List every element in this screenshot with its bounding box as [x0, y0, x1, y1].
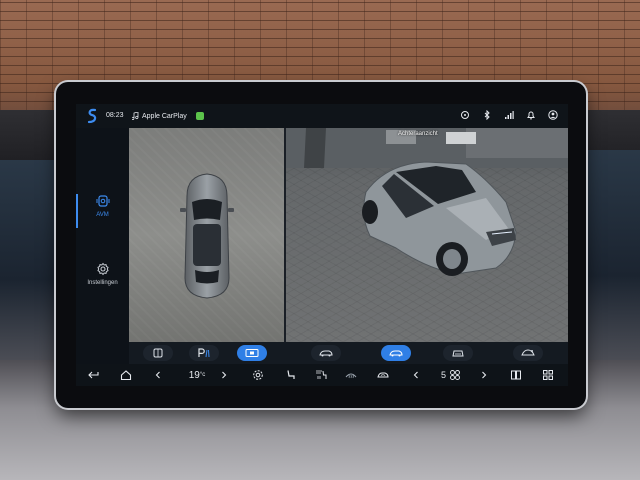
- nav-item-instellingen[interactable]: Instellingen: [76, 256, 129, 306]
- defrost-icon: [345, 373, 357, 379]
- notification-bell-icon[interactable]: [526, 110, 536, 120]
- fan-level-value: 5: [440, 370, 446, 380]
- grid-icon: [543, 370, 553, 380]
- chevron-right-icon: [482, 371, 487, 379]
- music-note-icon: [132, 112, 139, 120]
- carplay-label: Apple CarPlay: [142, 112, 187, 120]
- bird-eye-camera-view[interactable]: [129, 128, 284, 342]
- gear-icon: [96, 262, 109, 276]
- fan-decrease-button[interactable]: [410, 369, 422, 381]
- home-button[interactable]: [118, 369, 134, 381]
- camera-view-icon: [245, 349, 259, 357]
- fan-increase-button[interactable]: [478, 369, 490, 381]
- driver-temp-increase-button[interactable]: [218, 369, 230, 381]
- split-screen-button[interactable]: [508, 369, 524, 381]
- 3d-car-render-icon: [286, 128, 568, 276]
- driver-temp-unit: °c: [199, 372, 206, 378]
- car-view-rear-icon: [452, 350, 464, 357]
- signal-strength-icon: [505, 111, 514, 119]
- infotainment-screen: 08:23 Apple CarPlay AVM Instellingen Ach…: [76, 104, 568, 386]
- door-mirror-icon: [153, 348, 163, 358]
- status-bar: 08:23 Apple CarPlay: [76, 104, 568, 128]
- car-view-front-icon: [319, 350, 333, 357]
- windshield-defrost-button[interactable]: [342, 369, 360, 381]
- 3d-camera-view[interactable]: Achteraanzicht: [286, 128, 568, 342]
- back-button[interactable]: [86, 369, 102, 381]
- carplay-badge-icon: [195, 112, 204, 120]
- airflow-mode-button[interactable]: [312, 369, 330, 381]
- door-mirror-button[interactable]: [143, 345, 173, 361]
- car-view-side-icon: [389, 350, 403, 357]
- nav-item-avm[interactable]: AVM: [76, 188, 129, 238]
- fan-speed: 5: [436, 369, 466, 381]
- driver-temp-value: 19: [188, 369, 200, 381]
- car-view-top-button[interactable]: [513, 345, 543, 361]
- climate-settings-button[interactable]: [250, 369, 266, 381]
- car-view-side-button[interactable]: [381, 345, 411, 361]
- location-icon[interactable]: [460, 110, 470, 120]
- gear-icon: [253, 370, 263, 380]
- side-navigation: AVM Instellingen: [76, 128, 129, 386]
- bluetooth-icon[interactable]: [482, 110, 492, 120]
- camera-view-label: Achteraanzicht: [398, 131, 438, 137]
- parking-assist-icon: [198, 348, 210, 358]
- brand-logo-icon: [87, 108, 97, 124]
- camera-toolbar: [129, 342, 568, 364]
- car-view-front-button[interactable]: [311, 345, 341, 361]
- chevron-left-icon: [413, 371, 418, 379]
- status-icons: [460, 110, 558, 120]
- recirculation-button[interactable]: [374, 369, 392, 381]
- car-view-top-icon: [521, 349, 535, 356]
- clock: 08:23: [106, 112, 124, 119]
- carplay-indicator[interactable]: Apple CarPlay: [132, 112, 204, 120]
- app-grid-button[interactable]: [540, 369, 556, 381]
- nav-active-indicator: [76, 194, 78, 228]
- seat-heating-button[interactable]: [282, 369, 298, 381]
- nav-item-label: AVM: [96, 212, 109, 218]
- car-recirculation-icon: [377, 372, 389, 378]
- home-icon: [120, 370, 132, 381]
- top-view-car-icon: [180, 173, 234, 299]
- driver-temp-decrease-button[interactable]: [152, 369, 164, 381]
- chevron-left-icon: [155, 371, 160, 379]
- chevron-right-icon: [222, 371, 227, 379]
- split-view-icon: [511, 370, 521, 380]
- nav-item-label: Instellingen: [87, 280, 118, 286]
- user-profile-icon[interactable]: [548, 110, 558, 120]
- seat-icon: [287, 370, 295, 379]
- camera-view-button[interactable]: [237, 345, 267, 361]
- back-arrow-icon: [88, 371, 99, 379]
- driver-temperature: 19 °c: [182, 369, 212, 381]
- camera-icon: [96, 195, 109, 207]
- climate-system-bar: 19 °c 5: [76, 364, 568, 386]
- parking-assist-button[interactable]: [189, 345, 219, 361]
- fan-icon: [450, 370, 460, 380]
- car-view-rear-button[interactable]: [443, 345, 473, 361]
- airflow-seat-icon: [316, 370, 327, 379]
